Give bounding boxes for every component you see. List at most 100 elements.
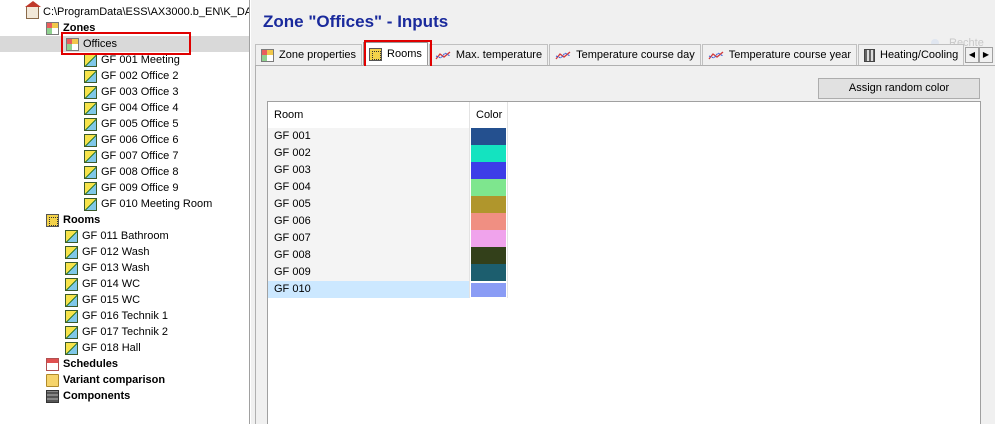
room-color-grid[interactable]: Room Color GF 001 GF 002 GF 003 GF 004 GF 00… xyxy=(267,101,981,424)
table-row[interactable]: GF 006 xyxy=(268,213,508,230)
tab-max-temperature[interactable]: Max. temperature xyxy=(428,44,549,65)
tree-item-room[interactable]: GF 016 Technik 1 xyxy=(65,308,168,324)
room-cell[interactable]: GF 001 xyxy=(268,128,470,145)
tree-item-rooms[interactable]: Rooms xyxy=(46,212,100,228)
color-swatch xyxy=(471,213,506,230)
color-cell[interactable] xyxy=(470,145,508,162)
room-cell[interactable]: GF 003 xyxy=(268,162,470,179)
tree-item-schedules[interactable]: Schedules xyxy=(46,356,118,372)
tree-item-zones-label: Zones xyxy=(63,22,96,34)
color-swatch xyxy=(471,230,506,247)
tree-item-room[interactable]: GF 006 Office 6 xyxy=(84,132,178,148)
tree-item-components-label: Components xyxy=(63,390,131,402)
color-cell[interactable] xyxy=(470,281,508,298)
color-swatch xyxy=(471,128,506,145)
tab-temperature-course-day[interactable]: Temperature course day xyxy=(549,44,701,65)
tree-item-room[interactable]: GF 003 Office 3 xyxy=(84,84,178,100)
tree-item-room[interactable]: GF 009 Office 9 xyxy=(84,180,178,196)
tree-item-room[interactable]: GF 001 Meeting xyxy=(84,52,180,68)
room-icon xyxy=(65,309,78,323)
column-header-color[interactable]: Color xyxy=(470,102,508,128)
tree-item-room[interactable]: GF 007 Office 7 xyxy=(84,148,178,164)
components-icon xyxy=(46,389,59,403)
tree-item-room[interactable]: GF 008 Office 8 xyxy=(84,164,178,180)
table-row[interactable]: GF 009 xyxy=(268,264,508,281)
tree-root[interactable]: C:\ProgramData\ESS\AX3000.b_EN\K_DAT xyxy=(25,0,249,20)
tab-label: Temperature course year xyxy=(728,49,851,61)
tree-item-room-label: GF 006 Office 6 xyxy=(101,134,179,146)
color-swatch xyxy=(471,145,506,162)
table-row[interactable]: GF 007 xyxy=(268,230,508,247)
tree-item-offices[interactable]: Offices xyxy=(0,36,249,52)
color-cell[interactable] xyxy=(470,247,508,264)
room-icon xyxy=(84,53,97,67)
tab-zone-properties[interactable]: Zone properties xyxy=(255,44,363,65)
tree-item-room-label: GF 005 Office 5 xyxy=(101,118,179,130)
color-cell[interactable] xyxy=(470,196,508,213)
table-row[interactable]: GF 003 xyxy=(268,162,508,179)
tree-item-room[interactable]: GF 013 Wash xyxy=(65,260,149,276)
color-swatch xyxy=(471,247,506,264)
color-cell[interactable] xyxy=(470,230,508,247)
tree-item-room[interactable]: GF 004 Office 4 xyxy=(84,100,178,116)
tab-heating-cooling[interactable]: Heating/Cooling xyxy=(858,44,965,65)
grid-header: Room Color xyxy=(268,102,980,128)
color-swatch xyxy=(471,179,506,196)
column-header-room[interactable]: Room xyxy=(268,102,470,128)
tree-item-room[interactable]: GF 014 WC xyxy=(65,276,140,292)
tree-item-room[interactable]: GF 005 Office 5 xyxy=(84,116,178,132)
tree-item-room[interactable]: GF 015 WC xyxy=(65,292,140,308)
room-cell[interactable]: GF 005 xyxy=(268,196,470,213)
table-row[interactable]: GF 001 xyxy=(268,128,508,145)
color-cell[interactable] xyxy=(470,162,508,179)
room-icon xyxy=(84,117,97,131)
project-tree[interactable]: C:\ProgramData\ESS\AX3000.b_EN\K_DAT Zon… xyxy=(0,0,250,424)
table-row[interactable]: GF 010 xyxy=(268,281,508,298)
tree-item-room[interactable]: GF 018 Hall xyxy=(65,340,141,356)
tab-rooms[interactable]: Rooms xyxy=(363,42,428,65)
tab-temperature-course-year[interactable]: Temperature course year xyxy=(701,44,857,65)
calendar-icon xyxy=(46,357,59,371)
room-cell[interactable]: GF 004 xyxy=(268,179,470,196)
tab-scroll-right-icon[interactable]: ▶ xyxy=(979,47,993,63)
tree-item-room-label: GF 007 Office 7 xyxy=(101,150,179,162)
tree-item-room[interactable]: GF 002 Office 2 xyxy=(84,68,178,84)
table-row[interactable]: GF 005 xyxy=(268,196,508,213)
table-row[interactable]: GF 004 xyxy=(268,179,508,196)
assign-random-color-button[interactable]: Assign random color xyxy=(818,78,980,99)
table-row[interactable]: GF 008 xyxy=(268,247,508,264)
tree-item-room[interactable]: GF 012 Wash xyxy=(65,244,149,260)
room-icon xyxy=(65,325,78,339)
room-icon xyxy=(65,245,78,259)
tree-item-room-label: GF 003 Office 3 xyxy=(101,86,179,98)
room-icon xyxy=(65,341,78,355)
table-row[interactable]: GF 002 xyxy=(268,145,508,162)
room-icon xyxy=(65,261,78,275)
tree-item-room[interactable]: GF 011 Bathroom xyxy=(65,228,169,244)
tree-item-variant-comparison[interactable]: Variant comparison xyxy=(46,372,165,388)
tab-scroll-left-icon[interactable]: ◀ xyxy=(965,47,979,63)
color-cell[interactable] xyxy=(470,213,508,230)
tree-item-room-label: GF 001 Meeting xyxy=(101,54,180,66)
room-cell[interactable]: GF 010 xyxy=(268,281,470,298)
tab-scroll-arrows: ◀ ▶ xyxy=(965,47,993,63)
room-cell[interactable]: GF 006 xyxy=(268,213,470,230)
room-cell[interactable]: GF 007 xyxy=(268,230,470,247)
curve-icon xyxy=(555,50,571,61)
tree-item-room[interactable]: GF 017 Technik 2 xyxy=(65,324,168,340)
room-cell[interactable]: GF 009 xyxy=(268,264,470,281)
tree-item-room[interactable]: GF 010 Meeting Room xyxy=(84,196,212,212)
tree-item-components[interactable]: Components xyxy=(46,388,130,404)
color-cell[interactable] xyxy=(470,179,508,196)
tab-label: Zone properties xyxy=(279,49,357,61)
room-cell[interactable]: GF 002 xyxy=(268,145,470,162)
tree-item-room-label: GF 010 Meeting Room xyxy=(101,198,213,210)
color-cell[interactable] xyxy=(470,128,508,145)
color-cell[interactable] xyxy=(470,264,508,281)
zone-icon xyxy=(66,37,79,51)
heating-icon xyxy=(864,48,875,62)
tab-strip: Zone properties Rooms Max. temperature T… xyxy=(255,42,995,66)
tree-item-zones[interactable]: Zones xyxy=(46,20,95,36)
room-cell[interactable]: GF 008 xyxy=(268,247,470,264)
tab-label: Heating/Cooling xyxy=(880,49,959,61)
